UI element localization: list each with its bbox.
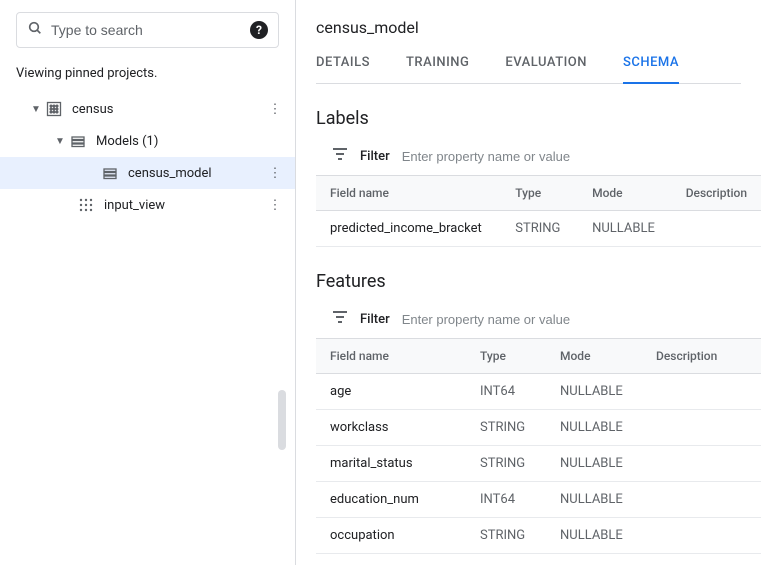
col-type: Type xyxy=(466,339,546,374)
tree-item-models-folder[interactable]: ▼ Models (1) xyxy=(0,125,295,157)
tab-evaluation[interactable]: EVALUATION xyxy=(505,55,587,84)
tree-label: input_view xyxy=(104,198,263,213)
features-heading: Features xyxy=(316,271,761,292)
col-description: Description xyxy=(642,339,761,374)
cell-description xyxy=(672,211,761,247)
scrollbar[interactable] xyxy=(278,390,286,450)
tree-item-dataset-census[interactable]: ▼ census ⋮ xyxy=(0,93,295,125)
cell-mode: NULLABLE xyxy=(546,446,642,482)
tree-item-input-view[interactable]: input_view ⋮ xyxy=(0,189,295,221)
filter-label: Filter xyxy=(360,312,390,327)
tree-label: census xyxy=(72,102,263,117)
col-mode: Mode xyxy=(578,176,672,211)
cell-description xyxy=(642,374,761,410)
tabs: DETAILS TRAINING EVALUATION SCHEMA xyxy=(316,55,741,84)
cell-field: hours_per_week xyxy=(316,554,466,565)
cell-mode: NULLABLE xyxy=(546,410,642,446)
schema-content: Labels Filter Field name Type Mode Descr… xyxy=(296,84,761,565)
col-type: Type xyxy=(501,176,578,211)
cell-field: age xyxy=(316,374,466,410)
tab-training[interactable]: TRAINING xyxy=(406,55,469,84)
cell-type: STRING xyxy=(501,211,578,247)
features-filter-input[interactable] xyxy=(402,312,761,327)
cell-field: workclass xyxy=(316,410,466,446)
kebab-menu-icon[interactable]: ⋮ xyxy=(263,161,287,185)
chevron-down-icon[interactable]: ▼ xyxy=(28,104,44,115)
cell-description xyxy=(642,446,761,482)
search-icon xyxy=(27,20,43,40)
filter-icon[interactable] xyxy=(332,310,348,328)
cell-mode: NULLABLE xyxy=(546,518,642,554)
cell-description xyxy=(642,554,761,565)
tab-schema[interactable]: SCHEMA xyxy=(623,55,679,84)
features-table: Field name Type Mode Description ageINT6… xyxy=(316,338,761,565)
kebab-menu-icon[interactable]: ⋮ xyxy=(263,193,287,217)
tree-label: census_model xyxy=(128,166,263,181)
filter-icon[interactable] xyxy=(332,147,348,165)
cell-type: STRING xyxy=(466,518,546,554)
main-panel: census_model DETAILS TRAINING EVALUATION… xyxy=(296,0,761,565)
cell-description xyxy=(642,482,761,518)
cell-type: INT64 xyxy=(466,482,546,518)
tab-details[interactable]: DETAILS xyxy=(316,55,370,84)
table-row[interactable]: marital_statusSTRINGNULLABLE xyxy=(316,446,761,482)
cell-type: INT64 xyxy=(466,374,546,410)
tree-item-census-model[interactable]: census_model ⋮ xyxy=(0,157,295,189)
cell-mode: NULLABLE xyxy=(546,482,642,518)
labels-table: Field name Type Mode Description predict… xyxy=(316,175,761,247)
sidebar: ? Viewing pinned projects. ▼ census ⋮ ▼ … xyxy=(0,0,296,565)
table-row[interactable]: hours_per_weekINT64NULLABLE xyxy=(316,554,761,565)
projects-status: Viewing pinned projects. xyxy=(0,60,295,93)
features-filter: Filter xyxy=(316,306,761,338)
project-tree: ▼ census ⋮ ▼ Models (1) census_model ⋮ xyxy=(0,93,295,565)
model-icon xyxy=(100,165,120,181)
table-row[interactable]: predicted_income_bracket STRING NULLABLE xyxy=(316,211,761,247)
table-row[interactable]: ageINT64NULLABLE xyxy=(316,374,761,410)
cell-description xyxy=(642,518,761,554)
cell-mode: NULLABLE xyxy=(546,554,642,565)
table-row[interactable]: workclassSTRINGNULLABLE xyxy=(316,410,761,446)
help-icon[interactable]: ? xyxy=(250,21,268,39)
cell-type: STRING xyxy=(466,410,546,446)
kebab-menu-icon[interactable]: ⋮ xyxy=(263,97,287,121)
cell-field: marital_status xyxy=(316,446,466,482)
model-group-icon xyxy=(68,133,88,149)
col-field: Field name xyxy=(316,339,466,374)
cell-field: education_num xyxy=(316,482,466,518)
tree-label: Models (1) xyxy=(96,134,287,149)
cell-field: predicted_income_bracket xyxy=(316,211,501,247)
labels-filter: Filter xyxy=(316,143,761,175)
col-mode: Mode xyxy=(546,339,642,374)
search-input[interactable] xyxy=(51,22,250,38)
col-field: Field name xyxy=(316,176,501,211)
labels-heading: Labels xyxy=(316,108,761,129)
search-box[interactable]: ? xyxy=(16,12,279,48)
labels-filter-input[interactable] xyxy=(402,149,761,164)
cell-field: occupation xyxy=(316,518,466,554)
col-description: Description xyxy=(672,176,761,211)
view-icon xyxy=(76,197,96,213)
chevron-down-icon[interactable]: ▼ xyxy=(52,136,68,147)
page-title: census_model xyxy=(316,18,741,37)
cell-type: STRING xyxy=(466,446,546,482)
cell-mode: NULLABLE xyxy=(546,374,642,410)
table-row[interactable]: education_numINT64NULLABLE xyxy=(316,482,761,518)
dataset-icon xyxy=(44,101,64,117)
cell-description xyxy=(642,410,761,446)
table-row[interactable]: occupationSTRINGNULLABLE xyxy=(316,518,761,554)
filter-label: Filter xyxy=(360,149,390,164)
cell-mode: NULLABLE xyxy=(578,211,672,247)
cell-type: INT64 xyxy=(466,554,546,565)
